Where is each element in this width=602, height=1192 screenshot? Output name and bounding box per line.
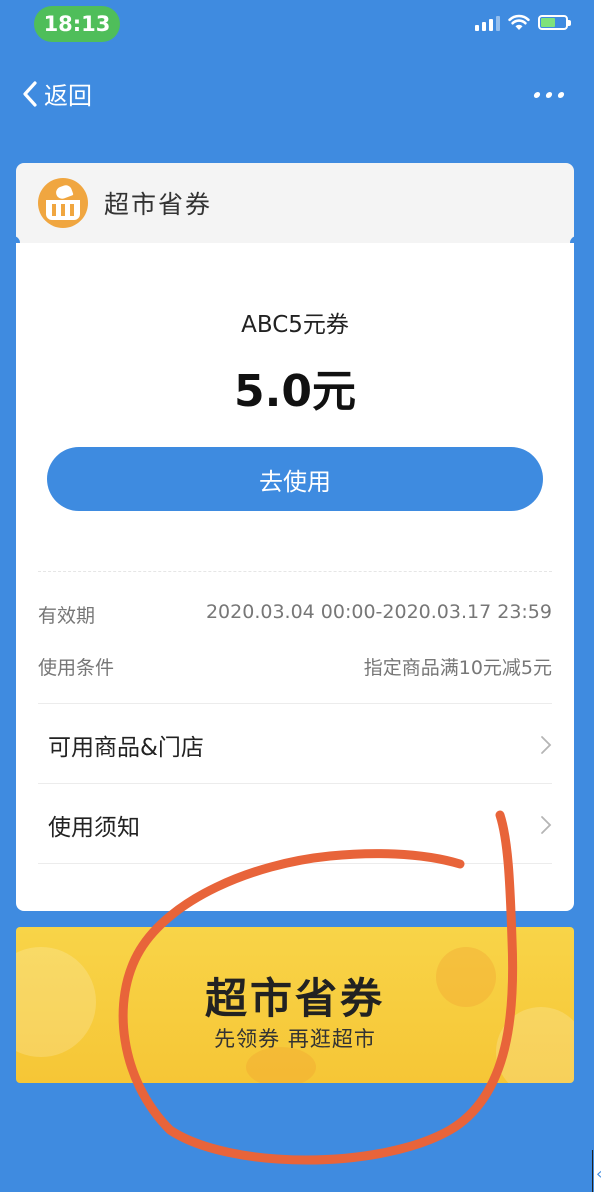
- usage-notice-label: 使用须知: [48, 815, 140, 841]
- divider: [38, 571, 552, 572]
- status-time: 18:13: [34, 6, 120, 42]
- more-icon[interactable]: [533, 92, 565, 98]
- wifi-icon: [508, 14, 530, 30]
- chevron-left-icon: ‹: [596, 1164, 602, 1183]
- chevron-right-icon: [541, 816, 552, 834]
- divider: [38, 783, 552, 784]
- coupon-card: ABC5元券 5.0元 去使用 有效期 2020.03.04 00:00-202…: [16, 243, 574, 911]
- banner-subtitle: 先领券 再逛超市: [214, 1027, 376, 1051]
- right-margin: [594, 0, 602, 1192]
- card-header: 超市省券: [16, 163, 574, 243]
- promo-banner[interactable]: 超市省券 先领券 再逛超市: [16, 927, 574, 1083]
- validity-row: 有效期 2020.03.04 00:00-2020.03.17 23:59: [38, 601, 552, 628]
- coupon-name: ABC5元券: [241, 312, 349, 338]
- condition-value: 指定商品满10元减5元: [363, 657, 552, 679]
- validity-value: 2020.03.04 00:00-2020.03.17 23:59: [205, 601, 552, 623]
- available-products-stores-link[interactable]: 可用商品&门店: [38, 706, 552, 784]
- usage-notice-link[interactable]: 使用须知: [38, 786, 552, 864]
- divider: [592, 1150, 593, 1192]
- condition-label: 使用条件: [38, 657, 115, 679]
- app-screen: 18:13 返回 超市省券 ABC5元券 5.0元 去使用 有效期 2020.0…: [0, 0, 594, 1192]
- back-chevron-icon: [23, 80, 37, 107]
- available-products-label: 可用商品&门店: [48, 735, 204, 761]
- supermarket-logo-icon: [38, 178, 88, 228]
- divider: [38, 703, 552, 704]
- back-label: 返回: [44, 82, 92, 110]
- status-time-text: 18:13: [43, 12, 111, 36]
- signal-icon: [475, 15, 500, 31]
- coupon-value: 5.0元: [234, 366, 356, 417]
- use-coupon-button[interactable]: 去使用: [47, 447, 543, 511]
- condition-row: 使用条件 指定商品满10元减5元: [38, 653, 552, 680]
- back-button[interactable]: 返回: [22, 76, 92, 111]
- battery-icon: [538, 15, 571, 30]
- validity-label: 有效期: [38, 605, 96, 627]
- chevron-right-icon: [541, 736, 552, 754]
- status-icons: [475, 14, 571, 31]
- card-header-title: 超市省券: [104, 190, 213, 219]
- banner-title: 超市省券: [204, 974, 385, 1023]
- divider: [38, 863, 552, 864]
